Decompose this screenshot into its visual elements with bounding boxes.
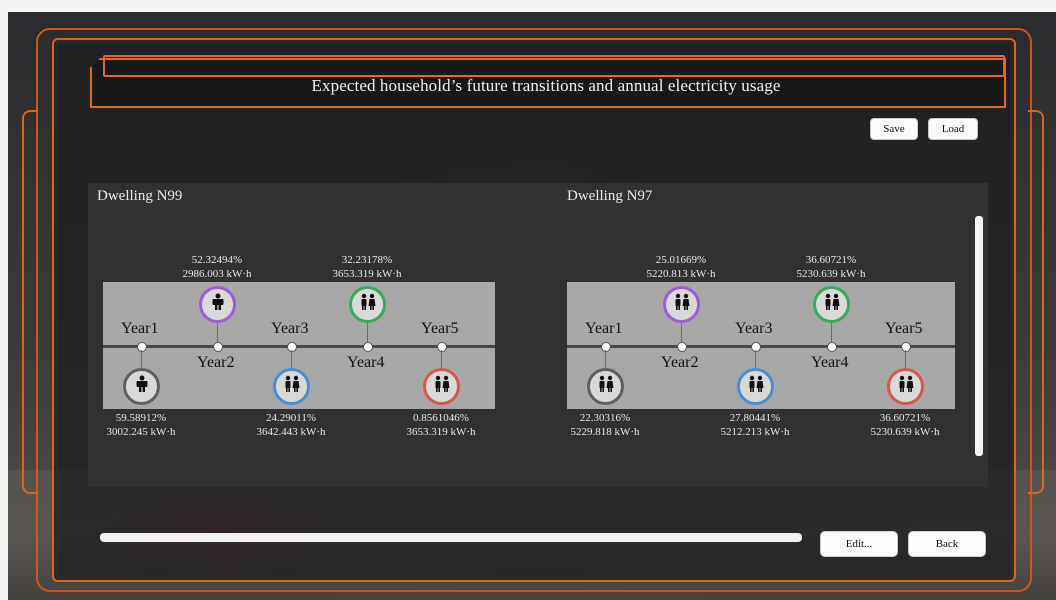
stat-block: 27.80441% 5212.213 kW·h xyxy=(695,411,815,439)
stat-block: 25.01669% 5220.813 kW·h xyxy=(621,253,741,281)
timeline-stem xyxy=(441,350,442,368)
progress-bar xyxy=(100,533,802,542)
percentage-text: 0.8561046% xyxy=(413,412,469,424)
timeline-axis xyxy=(567,345,955,348)
energy-text: 3653.319 kW·h xyxy=(406,426,476,438)
stat-block: 36.60721% 5230.639 kW·h xyxy=(845,411,965,439)
timeline-node xyxy=(213,342,223,352)
year-label: Year3 xyxy=(735,320,773,337)
household-circle xyxy=(349,286,386,323)
energy-text: 3002.245 kW·h xyxy=(106,426,176,438)
energy-text: 5212.213 kW·h xyxy=(720,426,790,438)
couple-icon xyxy=(433,375,451,398)
save-button[interactable]: Save xyxy=(870,118,918,140)
percentage-text: 25.01669% xyxy=(655,254,707,266)
energy-text: 3653.319 kW·h xyxy=(332,268,402,280)
percentage-text: 32.23178% xyxy=(341,254,393,266)
timeline-node xyxy=(677,342,687,352)
year-label: Year1 xyxy=(585,320,623,337)
household-circle xyxy=(887,368,924,405)
household-circle xyxy=(587,368,624,405)
energy-text: 5230.639 kW·h xyxy=(796,268,866,280)
timeline-node xyxy=(751,342,761,352)
timeline-stem xyxy=(291,350,292,368)
edit-button[interactable]: Edit... xyxy=(820,531,898,557)
timeline-stem xyxy=(367,320,368,342)
household-circle xyxy=(663,286,700,323)
timeline-node xyxy=(437,342,447,352)
percentage-text: 24.29011% xyxy=(265,412,316,424)
energy-text: 5220.813 kW·h xyxy=(646,268,716,280)
timeline-stem xyxy=(831,320,832,342)
stat-block: 52.32494% 2986.003 kW·h xyxy=(157,253,277,281)
dwelling-title: Dwelling N97 xyxy=(567,188,653,204)
couple-icon xyxy=(823,293,841,316)
household-circle xyxy=(123,368,160,405)
timeline-node xyxy=(827,342,837,352)
vertical-scrollbar[interactable] xyxy=(975,216,983,456)
timeline-stem xyxy=(217,320,218,342)
year-label: Year5 xyxy=(421,320,459,337)
stat-block: 24.29011% 3642.443 kW·h xyxy=(231,411,351,439)
energy-text: 5230.639 kW·h xyxy=(870,426,940,438)
couple-icon xyxy=(897,375,915,398)
household-circle xyxy=(273,368,310,405)
timeline-stem xyxy=(905,350,906,368)
single-man-icon xyxy=(133,375,151,398)
year-label: Year2 xyxy=(197,354,235,371)
timeline-node xyxy=(601,342,611,352)
couple-icon xyxy=(747,375,765,398)
timeline-node xyxy=(363,342,373,352)
household-circle xyxy=(423,368,460,405)
back-button[interactable]: Back xyxy=(908,531,986,557)
timeline-node xyxy=(901,342,911,352)
year-label: Year1 xyxy=(121,320,159,337)
scene: Expected household’s future transitions … xyxy=(0,0,1056,600)
window-left-edge xyxy=(0,0,8,600)
window-top-edge xyxy=(0,0,1056,12)
stat-block: 59.58912% 3002.245 kW·h xyxy=(81,411,201,439)
percentage-text: 22.30316% xyxy=(579,412,631,424)
household-circle xyxy=(737,368,774,405)
stat-block: 36.60721% 5230.639 kW·h xyxy=(771,253,891,281)
percentage-text: 36.60721% xyxy=(879,412,931,424)
timeline-node xyxy=(287,342,297,352)
percentage-text: 52.32494% xyxy=(191,254,243,266)
energy-text: 2986.003 kW·h xyxy=(182,268,252,280)
timeline-stem xyxy=(681,320,682,342)
stat-block: 22.30316% 5229.818 kW·h xyxy=(545,411,665,439)
couple-icon xyxy=(283,375,301,398)
couple-icon xyxy=(597,375,615,398)
dwelling-title: Dwelling N99 xyxy=(97,188,183,204)
couple-icon xyxy=(673,293,691,316)
household-circle xyxy=(813,286,850,323)
energy-text: 5229.818 kW·h xyxy=(570,426,640,438)
household-circle xyxy=(199,286,236,323)
load-button[interactable]: Load xyxy=(928,118,978,140)
page-title: Expected household’s future transitions … xyxy=(311,76,781,95)
year-label: Year2 xyxy=(661,354,699,371)
year-label: Year3 xyxy=(271,320,309,337)
percentage-text: 27.80441% xyxy=(729,412,781,424)
year-label: Year4 xyxy=(347,354,385,371)
energy-text: 3642.443 kW·h xyxy=(256,426,326,438)
couple-icon xyxy=(359,293,377,316)
timeline-stem xyxy=(755,350,756,368)
timeline-stem xyxy=(605,350,606,368)
timeline-node xyxy=(137,342,147,352)
year-label: Year4 xyxy=(811,354,849,371)
percentage-text: 59.58912% xyxy=(115,412,167,424)
stat-block: 0.8561046% 3653.319 kW·h xyxy=(381,411,501,439)
timeline-stem xyxy=(141,350,142,368)
single-man-icon xyxy=(209,293,227,316)
stat-block: 32.23178% 3653.319 kW·h xyxy=(307,253,427,281)
title-banner-top-bar xyxy=(103,55,1005,77)
year-label: Year5 xyxy=(885,320,923,337)
percentage-text: 36.60721% xyxy=(805,254,857,266)
